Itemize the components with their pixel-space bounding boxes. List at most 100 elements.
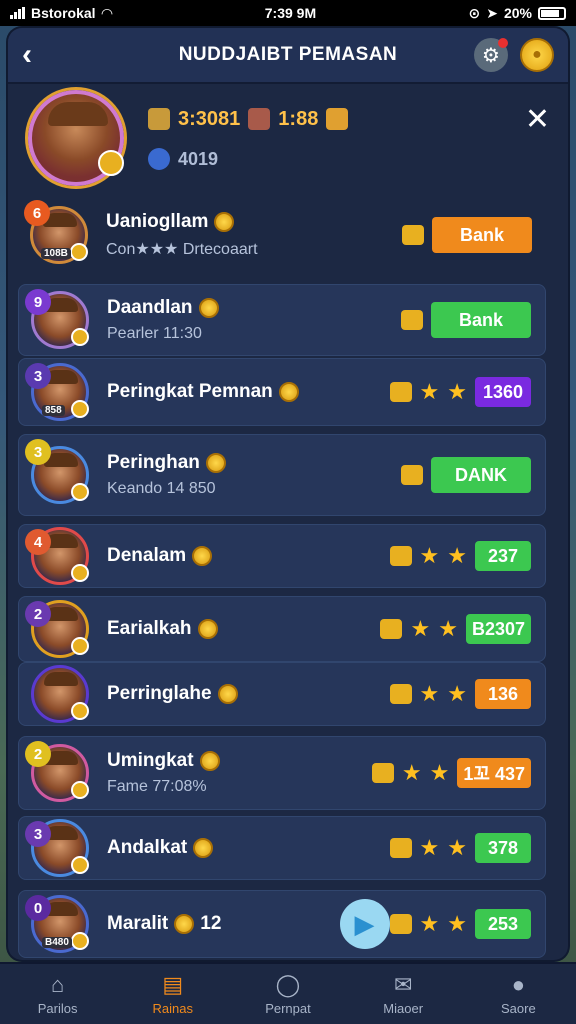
star-icon: ★ — [429, 760, 450, 785]
score-badge: 237 — [475, 541, 531, 571]
player-name: Peringkat Pemnan — [107, 381, 390, 403]
rank-badge: 2 — [25, 741, 51, 767]
bank-button[interactable]: DANK — [431, 457, 531, 493]
player-name-text: Perringlahe — [107, 683, 212, 704]
leaderboard-row[interactable]: Perringlahe ★ ★ 136 — [18, 662, 546, 726]
nav-home[interactable]: ⌂ Parilos — [3, 971, 113, 1016]
player-name-text: Andalkat — [107, 837, 188, 858]
close-icon: ✕ — [524, 103, 550, 136]
mail-icon: ✉ — [393, 971, 413, 997]
score-badge: 1꼬 437 — [457, 758, 531, 788]
star-icon: ★ — [419, 379, 440, 404]
nav-ranking[interactable]: ▤ Rainas — [118, 971, 228, 1016]
avatar-tag: 108B — [41, 248, 71, 259]
gem-icon — [389, 838, 412, 858]
gem-icon — [402, 225, 424, 245]
leaderboard-row[interactable]: 0 B480 Maralit 12 ▶ ★ ★ 253 — [18, 890, 546, 958]
chest-icon — [248, 108, 271, 130]
close-button[interactable]: ✕ — [525, 102, 550, 137]
leaderboard-row[interactable]: 2 Earialkah ★ ★ B2307 — [18, 596, 546, 662]
player-name-text: Denalam — [107, 545, 187, 566]
rank-badge: 6 — [24, 200, 50, 226]
coin-icon — [193, 838, 214, 858]
score-badge: 253 — [475, 909, 531, 939]
leaderboard-row[interactable]: 2 Umingkat Fame 77:08% ★ ★ 1꼬 437 — [18, 736, 546, 810]
status-bar: Bstorokal ◠ 7:39 9M ⊙ ➤ 20% — [0, 0, 576, 26]
home-icon: ⌂ — [50, 971, 65, 997]
nav-label: Parilos — [37, 1000, 78, 1016]
player-name-text: Daandlan — [107, 297, 193, 318]
panel-header: ‹ NUDDJAIBT PEMASAN ⚙ ● — [8, 28, 568, 84]
currency-1-value: 3:3081 — [178, 107, 241, 130]
player-name: Earialkah — [107, 618, 380, 640]
medal-icon — [71, 637, 89, 655]
play-button[interactable]: ▶ — [339, 899, 390, 949]
player-subtitle: Keando 14 850 — [107, 480, 216, 497]
player-name: Denalam — [107, 545, 390, 567]
gem-icon — [401, 310, 423, 330]
player-name: Maralit 12 — [107, 913, 332, 935]
leaderboard-row[interactable]: 4 Denalam ★ ★ 237 — [18, 524, 546, 588]
player-avatar[interactable] — [28, 90, 124, 186]
medal-icon — [71, 400, 89, 418]
player-name: Peringhan — [107, 452, 401, 474]
settings-button[interactable]: ⚙ — [474, 38, 508, 72]
leaderboard-row[interactable]: 6 108B Uaniogllam Con★★★ Drtecoaart Bank — [18, 196, 546, 274]
avatar-tag: B480 — [42, 937, 72, 948]
player-name-text: Umingkat — [107, 750, 194, 771]
rank-badge: 9 — [25, 289, 51, 315]
coin-icon — [214, 212, 235, 232]
player-name-text: Earialkah — [107, 618, 192, 639]
hat-icon — [48, 102, 108, 126]
profile-icon: ● — [511, 971, 525, 997]
medal-icon — [70, 243, 88, 261]
nav-label: Saore — [500, 1000, 536, 1016]
page-title: NUDDJAIBT PEMASAN — [178, 44, 398, 65]
avatar-tag: 858 — [42, 405, 65, 416]
player-name: Andalkat — [107, 837, 390, 859]
notification-dot — [498, 38, 508, 48]
gem-icon — [389, 914, 412, 934]
play-icon: ▶ — [354, 908, 375, 939]
rank-badge: 4 — [25, 529, 51, 555]
player-name-text: Peringkat Pemnan — [107, 381, 273, 402]
star-icon: ★ — [419, 911, 440, 936]
leaderboard-row[interactable]: 3 Andalkat ★ ★ 378 — [18, 816, 546, 880]
medal-icon — [71, 328, 89, 346]
player-avatar[interactable] — [31, 665, 89, 723]
nav-mail[interactable]: ✉ Miaoer — [348, 971, 458, 1016]
leaderboard-row[interactable]: 3 Peringhan Keando 14 850 DANK — [18, 434, 546, 516]
leaderboard-row[interactable]: 3 858 Peringkat Pemnan ★ ★ 1360 — [18, 358, 546, 426]
medal-icon — [71, 483, 89, 501]
player-profile: 3:3081 1:88 4019 ✕ — [8, 84, 568, 188]
gem-icon — [389, 684, 412, 704]
bank-button[interactable]: Bank — [432, 217, 532, 253]
rank-badge: 3 — [25, 439, 51, 465]
nav-profile[interactable]: ● Saore — [463, 971, 573, 1016]
star-icon: ★ — [401, 760, 422, 785]
nav-chat[interactable]: ◯ Pernpat — [233, 972, 343, 1016]
coin-icon — [205, 453, 226, 473]
player-name: Umingkat — [107, 750, 372, 772]
chevron-left-icon: ‹ — [22, 38, 32, 71]
nav-label: Rainas — [152, 1000, 194, 1016]
player-name: Daandlan — [107, 297, 401, 319]
nav-label: Pernpat — [265, 1000, 311, 1016]
gold-bar-icon — [326, 108, 349, 130]
gem-icon — [380, 619, 403, 639]
player-name-text: Peringhan — [107, 452, 200, 473]
player-subtitle: Pearler 11:30 — [107, 325, 202, 342]
bank-button[interactable]: Bank — [431, 302, 531, 338]
coin-icon — [199, 751, 220, 771]
back-button[interactable]: ‹ — [22, 38, 62, 72]
leaderboard-row[interactable]: 9 Daandlan Pearler 11:30 Bank — [18, 284, 546, 356]
coin-icon — [192, 546, 213, 566]
alarm-icon: ⊙ — [468, 4, 481, 21]
ranking-icon: ▤ — [162, 971, 184, 997]
player-subtitle: Con★★★ Drtecoaart — [106, 241, 258, 258]
coin-shop-button[interactable]: ● — [520, 38, 554, 72]
score-badge: 1360 — [475, 377, 531, 407]
trophy-icon — [148, 108, 170, 130]
medal-icon — [71, 702, 89, 720]
medal-icon — [71, 856, 89, 874]
